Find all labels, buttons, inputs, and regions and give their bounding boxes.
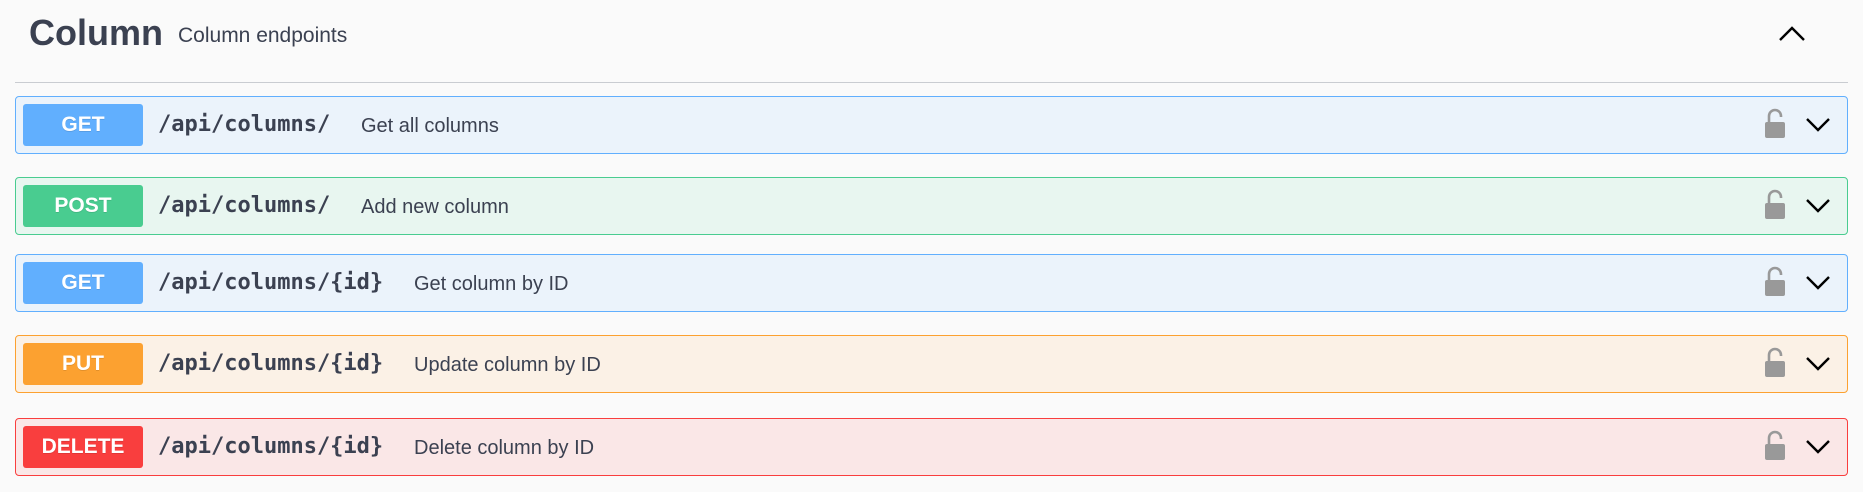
unlocked-padlock-icon[interactable]	[1763, 430, 1787, 462]
operation-get-all-columns[interactable]: GET /api/columns/ Get all columns	[15, 96, 1848, 154]
method-badge: GET	[23, 104, 143, 146]
method-badge: GET	[23, 262, 143, 304]
chevron-down-icon[interactable]	[1803, 270, 1833, 294]
tag-description: Column endpoints	[178, 24, 348, 47]
operation-post-add-column[interactable]: POST /api/columns/ Add new column	[15, 177, 1848, 235]
operation-summary: Update column by ID	[414, 354, 601, 376]
operation-path: /api/columns/	[158, 193, 331, 218]
chevron-down-icon[interactable]	[1803, 112, 1833, 136]
method-badge: POST	[23, 185, 143, 227]
operation-summary: Get all columns	[361, 115, 499, 137]
unlocked-padlock-icon[interactable]	[1763, 108, 1787, 140]
chevron-down-icon[interactable]	[1803, 434, 1833, 458]
chevron-down-icon[interactable]	[1803, 193, 1833, 217]
operation-path: /api/columns/{id}	[158, 351, 384, 376]
operation-summary: Add new column	[361, 196, 509, 218]
operation-path: /api/columns/{id}	[158, 270, 384, 295]
method-badge: DELETE	[23, 426, 143, 468]
chevron-up-icon[interactable]	[1774, 18, 1810, 50]
unlocked-padlock-icon[interactable]	[1763, 266, 1787, 298]
operation-path: /api/columns/{id}	[158, 434, 384, 459]
operation-summary: Delete column by ID	[414, 437, 595, 459]
tag-title: Column	[29, 12, 163, 53]
chevron-down-icon[interactable]	[1803, 351, 1833, 375]
unlocked-padlock-icon[interactable]	[1763, 347, 1787, 379]
swagger-tag-section: Column Column endpoints GET /api/columns…	[0, 0, 1863, 492]
operation-delete-column[interactable]: DELETE /api/columns/{id} Delete column b…	[15, 418, 1848, 476]
unlocked-padlock-icon[interactable]	[1763, 189, 1787, 221]
operation-summary: Get column by ID	[414, 273, 569, 295]
operation-put-update-column[interactable]: PUT /api/columns/{id} Update column by I…	[15, 335, 1848, 393]
tag-header[interactable]: Column Column endpoints	[15, 0, 1848, 83]
method-badge: PUT	[23, 343, 143, 385]
operation-path: /api/columns/	[158, 112, 331, 137]
operation-get-column-by-id[interactable]: GET /api/columns/{id} Get column by ID	[15, 254, 1848, 312]
